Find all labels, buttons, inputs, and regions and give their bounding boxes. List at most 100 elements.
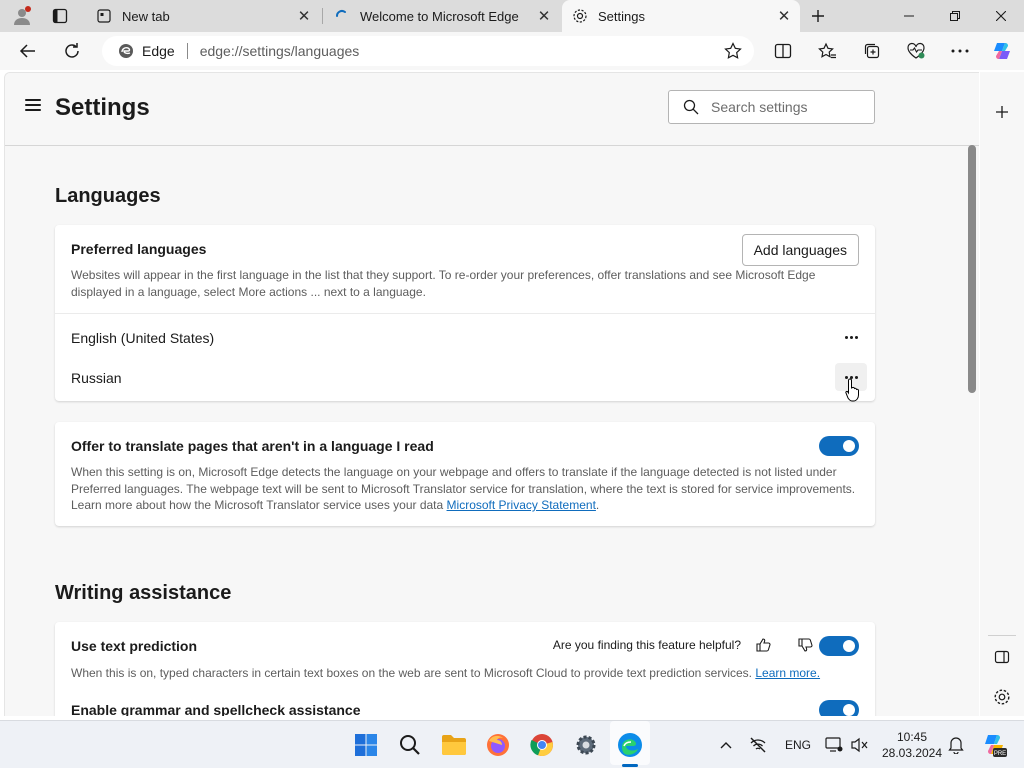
windows-taskbar: ENG 10:45 28.03.2024 PRE <box>0 720 1024 768</box>
preferred-languages-card: Preferred languages Add languages Websit… <box>55 225 875 401</box>
split-screen-icon <box>774 43 792 59</box>
edge-taskbar-button[interactable] <box>614 729 646 761</box>
chrome-icon <box>530 734 553 757</box>
browser-toolbar: Edge edge://settings/languages <box>0 32 1024 70</box>
windows-logo-icon <box>355 734 377 756</box>
divider <box>55 313 875 314</box>
menu-icon[interactable] <box>25 99 41 113</box>
tab-strip: New tab ✕ Welcome to Microsoft Edge ✕ Se… <box>0 0 1024 32</box>
settings-app-button[interactable] <box>570 729 602 761</box>
back-button[interactable] <box>12 35 44 67</box>
file-explorer-button[interactable] <box>438 729 470 761</box>
back-arrow-icon <box>19 44 35 58</box>
refresh-icon <box>65 43 79 58</box>
scrollbar-thumb[interactable] <box>968 145 976 393</box>
monitor-icon <box>825 737 843 752</box>
language-item-russian: Russian <box>71 370 122 386</box>
active-app-indicator <box>622 764 638 767</box>
section-title-writing-assistance: Writing assistance <box>55 582 232 604</box>
folder-icon <box>442 735 466 755</box>
translate-trailing: . <box>595 498 600 512</box>
close-tab-icon[interactable]: ✕ <box>536 8 552 25</box>
privacy-statement-link[interactable]: Microsoft Privacy Statement <box>447 498 596 512</box>
favorites-button[interactable] <box>811 35 843 67</box>
hide-sidebar-button[interactable] <box>986 641 1018 673</box>
close-tab-icon[interactable]: ✕ <box>776 8 792 25</box>
tab-welcome[interactable]: Welcome to Microsoft Edge ✕ <box>324 0 560 32</box>
loading-icon <box>334 8 350 24</box>
collections-icon <box>864 43 880 59</box>
network-tray-button[interactable] <box>742 729 774 761</box>
sidebar-add-button[interactable] <box>986 96 1018 128</box>
firefox-icon <box>487 734 509 756</box>
start-button[interactable] <box>350 729 382 761</box>
add-languages-button[interactable]: Add languages <box>741 234 859 266</box>
copilot-button[interactable] <box>986 35 1018 67</box>
volume-muted-icon <box>851 737 868 753</box>
mouse-cursor-icon <box>845 378 861 407</box>
page-title: Settings <box>55 94 150 121</box>
taskbar-search-button[interactable] <box>394 729 426 761</box>
restore-button[interactable] <box>932 0 978 32</box>
thumbs-up-icon[interactable] <box>755 637 771 653</box>
chrome-button[interactable] <box>526 729 558 761</box>
close-window-button[interactable] <box>978 0 1024 32</box>
text-prediction-toggle[interactable] <box>819 636 859 656</box>
language-item-english: English (United States) <box>71 330 215 346</box>
favorite-star-icon[interactable] <box>724 42 742 63</box>
notifications-button[interactable] <box>940 729 972 761</box>
tab-settings[interactable]: Settings ✕ <box>562 0 800 32</box>
firefox-button[interactable] <box>482 729 514 761</box>
profile-button[interactable] <box>0 0 44 32</box>
profile-icon <box>14 6 31 25</box>
address-divider <box>186 43 188 59</box>
url-text[interactable]: edge://settings/languages <box>200 43 360 59</box>
site-identity[interactable]: Edge <box>118 43 175 59</box>
close-icon <box>996 11 1006 21</box>
clock-time: 10:45 <box>896 730 928 744</box>
input-language-indicator[interactable]: ENG <box>785 738 811 752</box>
new-tab-icon <box>96 8 112 24</box>
system-clock[interactable]: 10:45 28.03.2024 <box>876 729 948 761</box>
collections-button[interactable] <box>856 35 888 67</box>
browser-essentials-button[interactable] <box>900 35 932 67</box>
refresh-button[interactable] <box>56 35 88 67</box>
edge-logo-icon <box>618 733 642 757</box>
plus-icon <box>812 10 824 22</box>
clock-date: 28.03.2024 <box>881 746 943 760</box>
tab-separator <box>322 8 323 24</box>
text-prediction-description-text: When this is on, typed characters in cer… <box>71 666 752 680</box>
learn-more-link[interactable]: Learn more. <box>755 666 820 680</box>
gear-icon <box>994 689 1010 705</box>
language-more-actions-button[interactable] <box>835 323 867 351</box>
show-hidden-icons-button[interactable] <box>710 729 742 761</box>
copilot-preview-button[interactable]: PRE <box>978 729 1010 761</box>
edge-sidebar <box>980 72 1024 716</box>
copilot-preview-icon: PRE <box>985 735 1007 757</box>
translate-toggle[interactable] <box>819 436 859 456</box>
tab-title: Welcome to Microsoft Edge <box>360 8 519 24</box>
gear-icon <box>572 8 588 24</box>
thumbs-down-icon[interactable] <box>797 637 813 653</box>
search-placeholder: Search settings <box>711 99 808 115</box>
minimize-icon <box>904 15 914 17</box>
bell-icon <box>948 737 964 754</box>
minimize-button[interactable] <box>886 0 932 32</box>
tab-title: New tab <box>122 8 170 24</box>
customize-sidebar-button[interactable] <box>986 681 1018 713</box>
volume-tray-button[interactable] <box>844 729 876 761</box>
new-tab-button[interactable] <box>802 0 834 32</box>
tab-title: Settings <box>598 8 645 24</box>
address-bar[interactable]: Edge edge://settings/languages <box>102 36 754 66</box>
writing-assistance-card: Use text prediction Are you finding this… <box>55 622 875 716</box>
favorites-icon <box>818 42 836 59</box>
grammar-toggle[interactable] <box>819 700 859 716</box>
close-tab-icon[interactable]: ✕ <box>296 8 312 25</box>
feedback-area: Are you finding this feature helpful? <box>553 637 813 653</box>
search-settings-input[interactable]: Search settings <box>668 90 875 124</box>
tab-actions-button[interactable] <box>44 0 76 32</box>
translate-description: When this setting is on, Microsoft Edge … <box>71 464 861 514</box>
split-screen-button[interactable] <box>767 35 799 67</box>
tab-new-tab[interactable]: New tab ✕ <box>84 0 320 32</box>
settings-more-button[interactable] <box>944 35 976 67</box>
